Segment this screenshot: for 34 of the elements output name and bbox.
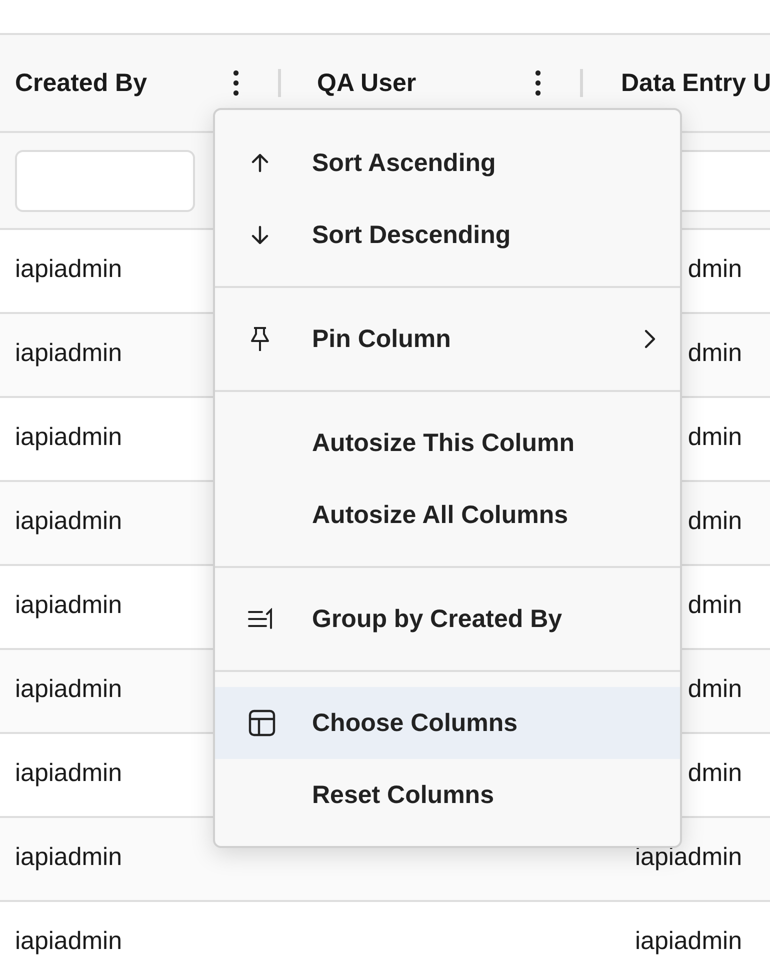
menu-item[interactable]: Pin Column <box>215 303 680 375</box>
column-header: QA User <box>317 68 416 98</box>
menu-item[interactable]: Group by Created By <box>215 583 680 655</box>
table-cell: iapiadmin <box>15 926 122 956</box>
filter-field[interactable] <box>15 150 195 212</box>
table-cell: dmin <box>688 506 742 536</box>
table-cell: iapiadmin <box>15 674 122 704</box>
table-cell: iapiadmin <box>15 758 122 788</box>
table-cell: dmin <box>688 674 742 704</box>
pin-icon <box>248 326 272 352</box>
more-options-icon[interactable] <box>534 70 542 96</box>
table-cell: iapiadmin <box>634 842 742 872</box>
table-cell: dmin <box>688 254 742 284</box>
table-cell: dmin <box>688 338 742 368</box>
menu-item[interactable]: Autosize This Column <box>215 407 680 479</box>
menu-item[interactable]: Reset Columns <box>215 759 680 831</box>
table-cell: iapiadmin <box>634 926 742 956</box>
table-cell: iapiadmin <box>15 842 122 872</box>
menu-item[interactable]: Autosize All Columns <box>215 479 680 551</box>
table-cell: iapiadmin <box>15 506 122 536</box>
table-icon <box>248 709 276 737</box>
table-cell: iapiadmin <box>15 590 122 620</box>
table-cell: dmin <box>688 758 742 788</box>
column-header: Created By <box>15 68 147 98</box>
menu-item[interactable]: Sort Ascending <box>215 127 680 199</box>
column-header: Data Entry U <box>621 68 770 98</box>
menu-item[interactable]: Sort Descending <box>215 199 680 271</box>
table-cell: iapiadmin <box>15 422 122 452</box>
table-cell: iapiadmin <box>15 338 122 368</box>
more-options-icon[interactable] <box>232 70 240 96</box>
table-cell: dmin <box>688 590 742 620</box>
table-cell: dmin <box>688 422 742 452</box>
table-cell: iapiadmin <box>15 254 122 284</box>
menu-item[interactable]: Choose Columns <box>215 687 680 759</box>
